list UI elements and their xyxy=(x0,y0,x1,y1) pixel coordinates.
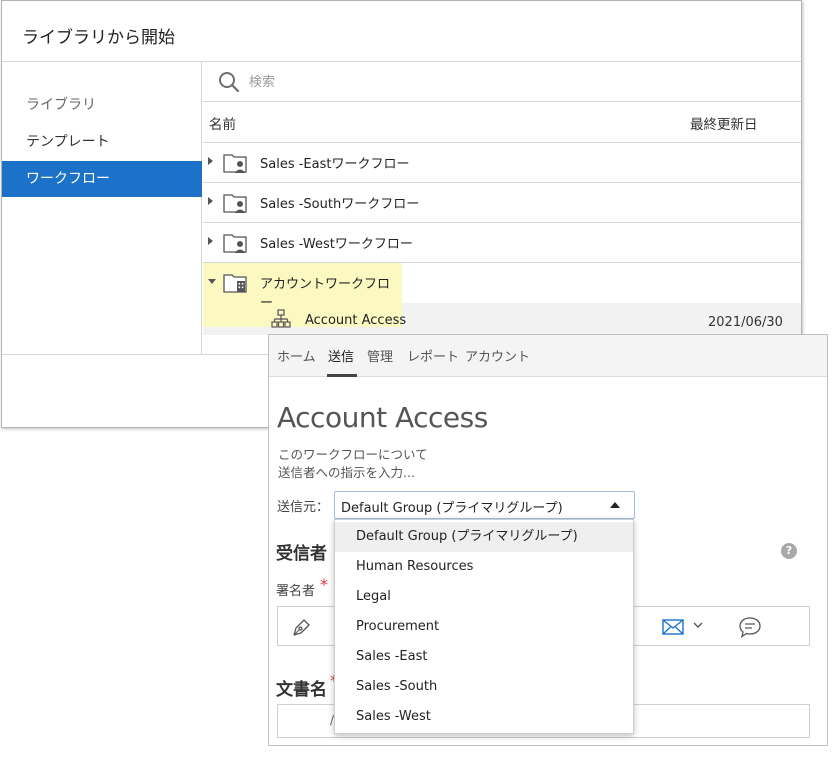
comment-icon[interactable] xyxy=(738,616,762,638)
library-nav: ライブラリ テンプレート ワークフロー xyxy=(2,62,202,354)
chevron-up-icon xyxy=(610,502,620,508)
workflow-row[interactable]: Account Access 2021/06/30 xyxy=(203,303,801,335)
tree-row[interactable]: アカウントワークフロー xyxy=(203,263,402,311)
tab-reports[interactable]: レポート xyxy=(407,346,459,365)
tab-home[interactable]: ホーム xyxy=(277,346,316,365)
library-list-pane: 名前 最終更新日 Sales -Eastワークフロー xyxy=(203,62,801,354)
dropdown-option[interactable]: Human Resources xyxy=(335,552,633,582)
workflow-row-date: 2021/06/30 xyxy=(708,315,783,330)
tab-account[interactable]: アカウント xyxy=(465,346,530,365)
dropdown-option[interactable]: Legal xyxy=(335,582,633,612)
page-title: Account Access xyxy=(277,401,488,434)
expand-caret-icon[interactable] xyxy=(208,237,213,245)
from-group-select[interactable]: Default Group (プライマリグループ) xyxy=(334,491,635,519)
tree-row[interactable]: Sales -Southワークフロー xyxy=(203,183,801,223)
help-icon[interactable]: ? xyxy=(781,543,797,559)
expand-caret-icon[interactable] xyxy=(208,197,213,205)
dropdown-option[interactable]: Sales -West xyxy=(335,702,633,732)
search-icon xyxy=(219,72,240,93)
expand-caret-icon[interactable] xyxy=(208,157,213,165)
pen-icon[interactable] xyxy=(290,616,312,638)
mail-icon[interactable] xyxy=(662,619,684,635)
shared-folder-icon xyxy=(223,154,247,173)
tree-row-label: Sales -Eastワークフロー xyxy=(260,157,410,172)
tab-send[interactable]: 送信 xyxy=(328,346,354,365)
workflow-icon xyxy=(271,309,291,328)
collapse-caret-icon[interactable] xyxy=(208,279,216,284)
tree-row[interactable]: Sales -Eastワークフロー xyxy=(203,143,801,183)
building-folder-icon xyxy=(223,274,247,293)
from-group-value: Default Group (プライマリグループ) xyxy=(341,501,563,516)
dialog-title: ライブラリから開始 xyxy=(22,28,175,48)
required-asterisk: * xyxy=(320,575,328,594)
shared-folder-icon xyxy=(223,234,247,253)
tree-row[interactable]: Sales -Westワークフロー xyxy=(203,223,801,263)
column-header-updated[interactable]: 最終更新日 xyxy=(690,113,758,133)
nav-item-library[interactable]: ライブラリ xyxy=(2,87,202,123)
active-tab-indicator xyxy=(327,374,357,377)
list-header: 名前 最終更新日 xyxy=(203,102,801,143)
workflow-description: このワークフローについて xyxy=(278,447,428,462)
search-bar xyxy=(203,62,801,102)
document-name-heading: 文書名 xyxy=(276,680,327,700)
from-group-dropdown: Default Group (プライマリグループ) Human Resource… xyxy=(334,519,634,734)
nav-item-templates[interactable]: テンプレート xyxy=(2,124,202,160)
nav-item-workflows[interactable]: ワークフロー xyxy=(2,161,202,197)
shared-folder-icon xyxy=(223,194,247,213)
chevron-down-icon[interactable] xyxy=(692,619,704,631)
sender-instructions: 送信者への指示を入力... xyxy=(278,465,415,480)
dropdown-option[interactable]: Sales -East xyxy=(335,642,633,672)
tree-row-label: Sales -Westワークフロー xyxy=(260,237,413,252)
workflow-row-label: Account Access xyxy=(305,313,407,328)
tree-row-label: Sales -Southワークフロー xyxy=(260,197,420,212)
from-label: 送信元： xyxy=(277,500,330,515)
top-nav: ホーム 送信 管理 レポート アカウント xyxy=(269,335,827,377)
dialog-body: ライブラリ テンプレート ワークフロー 名前 最終更新日 xyxy=(2,61,801,355)
dropdown-option[interactable]: Sales -South xyxy=(335,672,633,702)
column-header-name[interactable]: 名前 xyxy=(209,113,236,133)
dropdown-option[interactable]: Procurement xyxy=(335,612,633,642)
dropdown-option[interactable]: Default Group (プライマリグループ) xyxy=(335,522,633,552)
tab-manage[interactable]: 管理 xyxy=(367,346,393,365)
recipients-heading: 受信者 xyxy=(276,544,327,564)
signer-label: 署名者 xyxy=(276,584,316,599)
search-input[interactable] xyxy=(249,70,749,94)
